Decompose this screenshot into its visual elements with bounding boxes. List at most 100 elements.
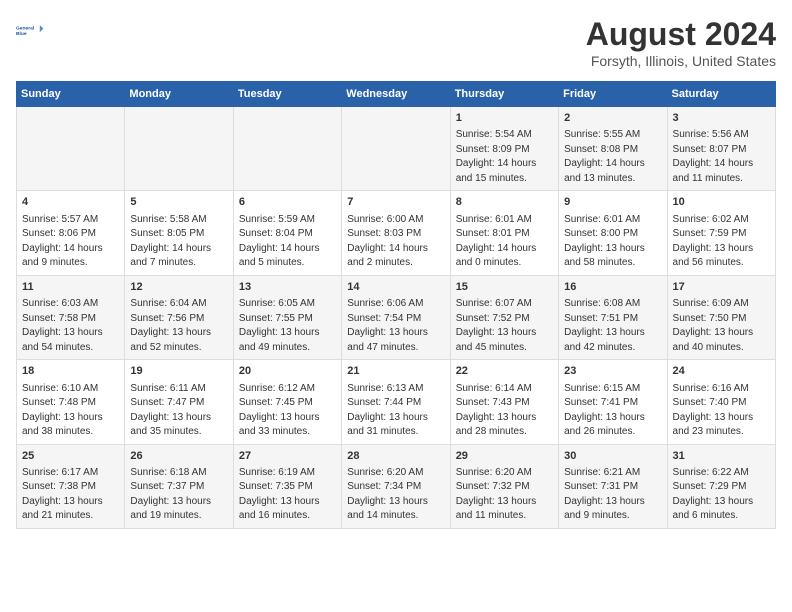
calendar-cell: 20Sunrise: 6:12 AMSunset: 7:45 PMDayligh… <box>233 360 341 444</box>
calendar-cell: 29Sunrise: 6:20 AMSunset: 7:32 PMDayligh… <box>450 444 558 528</box>
calendar-cell: 28 Sunrise: 6:20 AMSunset: 7:34 PMDayligh… <box>342 444 450 528</box>
day-number: 6 <box>239 195 336 210</box>
calendar-cell: 15 Sunrise: 6:07 AMSunset: 7:52 PMDayligh… <box>450 275 558 359</box>
calendar-cell: 19Sunrise: 6:11 AMSunset: 7:47 PMDayligh… <box>125 360 233 444</box>
day-number: 25 <box>22 449 119 464</box>
day-info: Sunrise: 5:55 AMSunset: 8:08 PMDaylight:… <box>564 128 661 186</box>
day-number: 16 <box>564 280 661 295</box>
calendar-cell: 8 Sunrise: 6:01 AMSunset: 8:01 PMDaylight… <box>450 191 558 275</box>
calendar-cell: 17Sunrise: 6:09 AMSunset: 7:50 PMDayligh… <box>667 275 775 359</box>
day-number: 15 <box>456 280 553 295</box>
calendar-cell: 5 Sunrise: 5:58 AMSunset: 8:05 PMDaylight… <box>125 191 233 275</box>
day-info: Sunrise: 6:01 AMSunset: 8:00 PMDaylight:… <box>564 213 661 271</box>
day-info: Sunrise: 6:04 AMSunset: 7:56 PMDaylight:… <box>130 297 227 355</box>
day-number: 12 <box>130 280 227 295</box>
day-info: Sunrise: 6:10 AMSunset: 7:48 PMDaylight:… <box>22 382 119 440</box>
header-monday: Monday <box>125 82 233 107</box>
day-info: Sunrise: 6:20 AMSunset: 7:34 PMDaylight:… <box>347 466 444 524</box>
calendar-cell: 26Sunrise: 6:18 AMSunset: 7:37 PMDayligh… <box>125 444 233 528</box>
calendar-cell: 4 Sunrise: 5:57 AMSunset: 8:06 PMDaylight… <box>17 191 125 275</box>
day-info: Sunrise: 6:13 AMSunset: 7:44 PMDaylight:… <box>347 382 444 440</box>
day-number: 17 <box>673 280 770 295</box>
day-number: 3 <box>673 111 770 126</box>
logo: General Blue <box>16 16 48 44</box>
calendar-cell: 23Sunrise: 6:15 AMSunset: 7:41 PMDayligh… <box>559 360 667 444</box>
calendar-table: SundayMondayTuesdayWednesdayThursdayFrid… <box>16 81 776 529</box>
generalblue-logo-icon: General Blue <box>16 16 44 44</box>
week-row-3: 11 Sunrise: 6:03 AMSunset: 7:58 PMDayligh… <box>17 275 776 359</box>
calendar-cell: 9 Sunrise: 6:01 AMSunset: 8:00 PMDaylight… <box>559 191 667 275</box>
day-info: Sunrise: 5:54 AMSunset: 8:09 PMDaylight:… <box>456 128 553 186</box>
day-info: Sunrise: 6:03 AMSunset: 7:58 PMDaylight:… <box>22 297 119 355</box>
day-number: 11 <box>22 280 119 295</box>
calendar-cell <box>17 107 125 191</box>
day-number: 5 <box>130 195 227 210</box>
calendar-cell: 21 Sunrise: 6:13 AMSunset: 7:44 PMDayligh… <box>342 360 450 444</box>
header-thursday: Thursday <box>450 82 558 107</box>
day-number: 24 <box>673 364 770 379</box>
calendar-cell: 6 Sunrise: 5:59 AMSunset: 8:04 PMDaylight… <box>233 191 341 275</box>
day-number: 19 <box>130 364 227 379</box>
calendar-cell: 30 Sunrise: 6:21 AMSunset: 7:31 PMDayligh… <box>559 444 667 528</box>
calendar-header-row: SundayMondayTuesdayWednesdayThursdayFrid… <box>17 82 776 107</box>
day-info: Sunrise: 6:17 AMSunset: 7:38 PMDaylight:… <box>22 466 119 524</box>
week-row-4: 18Sunrise: 6:10 AMSunset: 7:48 PMDayligh… <box>17 360 776 444</box>
calendar-cell: 13 Sunrise: 6:05 AMSunset: 7:55 PMDayligh… <box>233 275 341 359</box>
day-info: Sunrise: 6:14 AMSunset: 7:43 PMDaylight:… <box>456 382 553 440</box>
calendar-cell: 7 Sunrise: 6:00 AMSunset: 8:03 PMDaylight… <box>342 191 450 275</box>
day-number: 23 <box>564 364 661 379</box>
day-info: Sunrise: 6:05 AMSunset: 7:55 PMDaylight:… <box>239 297 336 355</box>
calendar-cell: 3 Sunrise: 5:56 AMSunset: 8:07 PMDaylight… <box>667 107 775 191</box>
day-number: 9 <box>564 195 661 210</box>
calendar-cell: 11 Sunrise: 6:03 AMSunset: 7:58 PMDayligh… <box>17 275 125 359</box>
day-info: Sunrise: 6:22 AMSunset: 7:29 PMDaylight:… <box>673 466 770 524</box>
calendar-cell: 1 Sunrise: 5:54 AMSunset: 8:09 PMDaylight… <box>450 107 558 191</box>
day-number: 7 <box>347 195 444 210</box>
day-info: Sunrise: 6:21 AMSunset: 7:31 PMDaylight:… <box>564 466 661 524</box>
week-row-2: 4 Sunrise: 5:57 AMSunset: 8:06 PMDaylight… <box>17 191 776 275</box>
svg-text:General: General <box>16 25 35 31</box>
day-number: 13 <box>239 280 336 295</box>
day-info: Sunrise: 6:01 AMSunset: 8:01 PMDaylight:… <box>456 213 553 271</box>
calendar-cell: 31Sunrise: 6:22 AMSunset: 7:29 PMDayligh… <box>667 444 775 528</box>
day-info: Sunrise: 6:06 AMSunset: 7:54 PMDaylight:… <box>347 297 444 355</box>
day-number: 10 <box>673 195 770 210</box>
day-number: 1 <box>456 111 553 126</box>
day-number: 28 <box>347 449 444 464</box>
header-wednesday: Wednesday <box>342 82 450 107</box>
calendar-cell: 10Sunrise: 6:02 AMSunset: 7:59 PMDayligh… <box>667 191 775 275</box>
page-header: General Blue August 2024 Forsyth, Illino… <box>16 16 776 69</box>
day-info: Sunrise: 6:00 AMSunset: 8:03 PMDaylight:… <box>347 213 444 271</box>
calendar-cell: 22 Sunrise: 6:14 AMSunset: 7:43 PMDayligh… <box>450 360 558 444</box>
day-info: Sunrise: 5:57 AMSunset: 8:06 PMDaylight:… <box>22 213 119 271</box>
calendar-cell: 2 Sunrise: 5:55 AMSunset: 8:08 PMDaylight… <box>559 107 667 191</box>
day-info: Sunrise: 5:58 AMSunset: 8:05 PMDaylight:… <box>130 213 227 271</box>
calendar-cell <box>125 107 233 191</box>
day-number: 14 <box>347 280 444 295</box>
day-info: Sunrise: 6:08 AMSunset: 7:51 PMDaylight:… <box>564 297 661 355</box>
week-row-5: 25 Sunrise: 6:17 AMSunset: 7:38 PMDayligh… <box>17 444 776 528</box>
day-number: 22 <box>456 364 553 379</box>
day-info: Sunrise: 6:07 AMSunset: 7:52 PMDaylight:… <box>456 297 553 355</box>
calendar-cell: 12 Sunrise: 6:04 AMSunset: 7:56 PMDayligh… <box>125 275 233 359</box>
calendar-cell: 16 Sunrise: 6:08 AMSunset: 7:51 PMDayligh… <box>559 275 667 359</box>
day-number: 8 <box>456 195 553 210</box>
day-number: 2 <box>564 111 661 126</box>
day-number: 4 <box>22 195 119 210</box>
day-info: Sunrise: 6:12 AMSunset: 7:45 PMDaylight:… <box>239 382 336 440</box>
calendar-cell: 14 Sunrise: 6:06 AMSunset: 7:54 PMDayligh… <box>342 275 450 359</box>
day-number: 29 <box>456 449 553 464</box>
day-info: Sunrise: 5:56 AMSunset: 8:07 PMDaylight:… <box>673 128 770 186</box>
day-number: 30 <box>564 449 661 464</box>
week-row-1: 1 Sunrise: 5:54 AMSunset: 8:09 PMDaylight… <box>17 107 776 191</box>
day-info: Sunrise: 6:18 AMSunset: 7:37 PMDaylight:… <box>130 466 227 524</box>
day-info: Sunrise: 6:19 AMSunset: 7:35 PMDaylight:… <box>239 466 336 524</box>
header-friday: Friday <box>559 82 667 107</box>
title-block: August 2024 Forsyth, Illinois, United St… <box>586 16 776 69</box>
day-number: 27 <box>239 449 336 464</box>
calendar-cell: 18Sunrise: 6:10 AMSunset: 7:48 PMDayligh… <box>17 360 125 444</box>
main-title: August 2024 <box>586 16 776 53</box>
day-number: 21 <box>347 364 444 379</box>
day-info: Sunrise: 6:16 AMSunset: 7:40 PMDaylight:… <box>673 382 770 440</box>
day-info: Sunrise: 5:59 AMSunset: 8:04 PMDaylight:… <box>239 213 336 271</box>
